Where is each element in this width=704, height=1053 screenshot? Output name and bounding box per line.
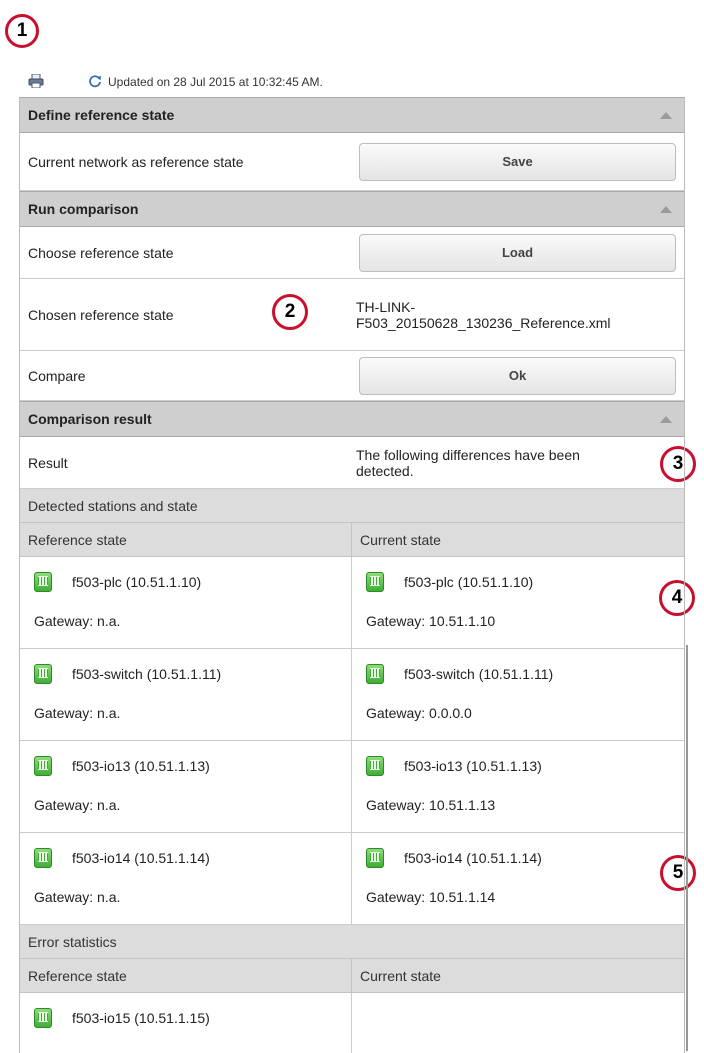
station-name[interactable]: f503-switch (10.51.1.11) xyxy=(404,666,553,682)
column-current-state: Current state xyxy=(351,523,682,556)
table-row: f503-io13 (10.51.1.13) Gateway: n.a. f50… xyxy=(20,741,684,833)
row-compare: Compare Ok xyxy=(20,351,684,401)
device-icon xyxy=(34,756,52,776)
collapse-icon[interactable] xyxy=(660,415,672,423)
row-chosen-reference: Chosen reference state TH-LINK- F503_201… xyxy=(20,279,684,351)
row-label: Compare xyxy=(28,367,86,384)
row-label: Chosen reference state xyxy=(28,306,174,323)
station-name[interactable]: f503-io15 (10.51.1.15) xyxy=(72,1010,210,1026)
gateway-value: Gateway: n.a. xyxy=(34,889,121,905)
row-label: Result xyxy=(28,454,68,471)
error-statistics-header: Error statistics xyxy=(20,925,684,959)
row-choose-reference: Choose reference state Load xyxy=(20,227,684,279)
section-run-header[interactable]: Run comparison xyxy=(20,191,684,227)
column-reference-state: Reference state xyxy=(28,531,127,548)
device-icon xyxy=(34,572,52,592)
detected-stations-header: Detected stations and state xyxy=(20,489,684,523)
device-icon xyxy=(34,848,52,868)
chosen-reference-value: TH-LINK- F503_20150628_130236_Reference.… xyxy=(356,298,611,331)
station-name[interactable]: f503-plc (10.51.1.10) xyxy=(404,574,533,590)
station-name[interactable]: f503-io14 (10.51.1.14) xyxy=(72,850,210,866)
column-current-state: Current state xyxy=(351,959,682,992)
section-result-title: Comparison result xyxy=(28,411,152,427)
detected-columns-header: Reference state Current state xyxy=(20,523,684,557)
gateway-value: Gateway: n.a. xyxy=(34,705,121,721)
updated-timestamp: Updated on 28 Jul 2015 at 10:32:45 AM. xyxy=(108,75,323,89)
gateway-value: Gateway: 10.51.1.10 xyxy=(366,613,496,629)
gateway-value: Gateway: n.a. xyxy=(34,613,121,629)
device-icon xyxy=(366,572,384,592)
table-row: f503-io14 (10.51.1.14) Gateway: n.a. f50… xyxy=(20,833,684,925)
table-row: f503-switch (10.51.1.11) Gateway: n.a. f… xyxy=(20,649,684,741)
row-label: Current network as reference state xyxy=(28,153,244,170)
printer-icon[interactable] xyxy=(28,74,44,88)
section-result-header[interactable]: Comparison result xyxy=(20,401,684,437)
station-name[interactable]: f503-io14 (10.51.1.14) xyxy=(404,850,542,866)
row-result: Result The following differences have be… xyxy=(20,437,684,489)
section-define-title: Define reference state xyxy=(28,107,175,123)
device-icon xyxy=(34,1008,52,1028)
gateway-value: Gateway: 10.51.1.14 xyxy=(366,889,496,905)
callout-1: 1 xyxy=(5,14,39,48)
station-name[interactable]: f503-switch (10.51.1.11) xyxy=(72,666,221,682)
table-row: f503-io15 (10.51.1.15) xyxy=(20,993,684,1053)
comparison-panel: Define reference state Current network a… xyxy=(19,97,685,1053)
save-button[interactable]: Save xyxy=(359,142,676,181)
device-icon xyxy=(366,756,384,776)
table-row: f503-plc (10.51.1.10) Gateway: n.a. f503… xyxy=(20,557,684,649)
section-define-header[interactable]: Define reference state xyxy=(20,97,684,133)
refresh-icon[interactable] xyxy=(88,74,102,88)
station-name[interactable]: f503-io13 (10.51.1.13) xyxy=(72,758,210,774)
scrollbar[interactable] xyxy=(686,645,688,1051)
device-icon xyxy=(366,848,384,868)
gateway-value: Gateway: n.a. xyxy=(34,797,121,813)
result-value: The following differences have been dete… xyxy=(356,446,580,479)
gateway-value: Gateway: 10.51.1.13 xyxy=(366,797,496,813)
station-name[interactable]: f503-io13 (10.51.1.13) xyxy=(404,758,542,774)
row-label: Choose reference state xyxy=(28,244,174,261)
device-icon xyxy=(34,664,52,684)
load-button[interactable]: Load xyxy=(359,233,676,272)
row-current-network: Current network as reference state Save xyxy=(20,133,684,191)
gateway-value: Gateway: 0.0.0.0 xyxy=(366,705,472,721)
ok-button[interactable]: Ok xyxy=(359,356,676,395)
section-run-title: Run comparison xyxy=(28,201,139,217)
column-reference-state: Reference state xyxy=(28,967,127,984)
error-columns-header: Reference state Current state xyxy=(20,959,684,993)
collapse-icon[interactable] xyxy=(660,111,672,119)
device-icon xyxy=(366,664,384,684)
collapse-icon[interactable] xyxy=(660,205,672,213)
station-name[interactable]: f503-plc (10.51.1.10) xyxy=(72,574,201,590)
